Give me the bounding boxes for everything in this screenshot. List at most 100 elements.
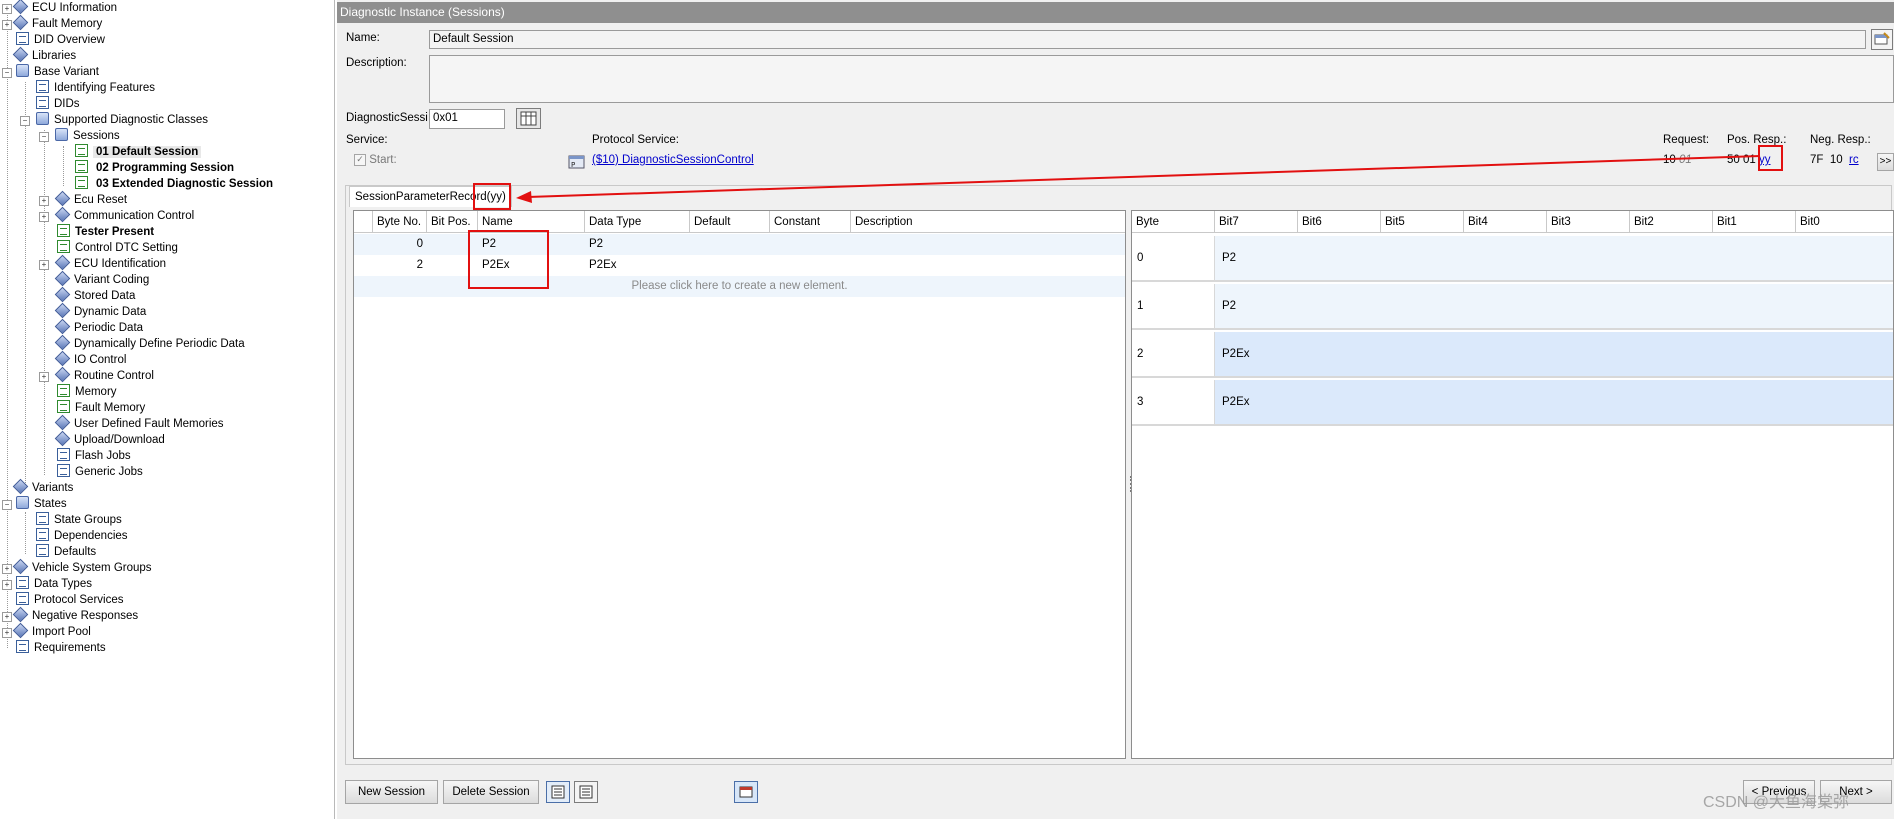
tree-item-variants[interactable]: Variants [13, 480, 73, 496]
tree-item-dynamically-define-periodic-data[interactable]: Dynamically Define Periodic Data [55, 336, 245, 352]
column-header-description[interactable]: Description [851, 211, 1125, 233]
expand-toggle[interactable]: + [2, 4, 12, 14]
diamond-icon [55, 272, 69, 286]
window-icon[interactable] [734, 781, 758, 803]
collapse-toggle[interactable]: − [2, 68, 12, 78]
column-header-bit4[interactable]: Bit4 [1464, 211, 1547, 233]
new-session-button[interactable]: New Session [345, 780, 438, 804]
expand-toggle[interactable]: + [2, 612, 12, 622]
tree-item-protocol-services[interactable]: Protocol Services [16, 592, 123, 608]
tree-item-io-control[interactable]: IO Control [55, 352, 126, 368]
tree-item-supported-diagnostic-classes[interactable]: Supported Diagnostic Classes [36, 112, 208, 128]
tree-item-default-session[interactable]: 01 Default Session [75, 144, 202, 160]
tree-item-generic-jobs[interactable]: Generic Jobs [57, 464, 143, 480]
column-header-bit7[interactable]: Bit7 [1215, 211, 1298, 233]
column-header-bit2[interactable]: Bit2 [1630, 211, 1713, 233]
collapse-toggle[interactable]: − [20, 116, 30, 126]
column-header-default[interactable]: Default [690, 211, 770, 233]
tree-item-periodic-data[interactable]: Periodic Data [55, 320, 143, 336]
tree-item-identifying-features[interactable]: Identifying Features [36, 80, 155, 96]
tree-item-vehicle-system-groups[interactable]: Vehicle System Groups [13, 560, 152, 576]
description-field[interactable] [429, 55, 1894, 103]
tree-item-user-defined-fault-memories[interactable]: User Defined Fault Memories [55, 416, 224, 432]
byte-field-cell: P2 [1222, 252, 1237, 264]
collapse-toggle[interactable]: − [39, 132, 49, 142]
tree-item-defaults[interactable]: Defaults [36, 544, 96, 560]
tree-item-dids[interactable]: DIDs [36, 96, 80, 112]
expand-toggle[interactable]: + [39, 260, 49, 270]
tree-item-ecu-reset[interactable]: Ecu Reset [55, 192, 127, 208]
byte-row[interactable]: 1 P2 [1132, 284, 1893, 330]
column-header-bit0[interactable]: Bit0 [1796, 211, 1893, 233]
detail-view-icon[interactable] [574, 781, 598, 803]
edit-icon[interactable] [1871, 29, 1893, 50]
start-checkbox[interactable]: ✓ Start: [354, 154, 397, 166]
tree-item-tester-present[interactable]: Tester Present [57, 224, 154, 240]
tree-item-routine-control[interactable]: Routine Control [55, 368, 154, 384]
session-id-field[interactable]: 0x01 [429, 109, 505, 129]
tree-item-libraries[interactable]: Libraries [13, 48, 76, 64]
tree-item-variant-coding[interactable]: Variant Coding [55, 272, 149, 288]
tree-item-states[interactable]: States [16, 496, 67, 512]
tree-item-dependencies[interactable]: Dependencies [36, 528, 128, 544]
tree-item-data-types[interactable]: Data Types [16, 576, 92, 592]
name-field[interactable]: Default Session [429, 30, 1866, 49]
column-header-bit6[interactable]: Bit6 [1298, 211, 1381, 233]
expand-toggle[interactable]: + [2, 564, 12, 574]
collapse-toggle[interactable]: − [2, 500, 12, 510]
byte-row[interactable]: 3 P2Ex [1132, 380, 1893, 426]
protocol-service-link[interactable]: ($10) DiagnosticSessionControl [592, 154, 754, 166]
diamond-icon [55, 288, 69, 302]
tree-item-communication-control[interactable]: Communication Control [55, 208, 194, 224]
column-header-bit5[interactable]: Bit5 [1381, 211, 1464, 233]
tree-item-memory[interactable]: Memory [57, 384, 117, 400]
delete-session-button[interactable]: Delete Session [443, 780, 539, 804]
neg-resp-rc-link[interactable]: rc [1849, 154, 1859, 166]
column-header-bit1[interactable]: Bit1 [1713, 211, 1796, 233]
column-header-data-type[interactable]: Data Type [585, 211, 690, 233]
panel-title: Diagnostic Instance (Sessions) [337, 2, 1894, 23]
more-button[interactable]: >> [1877, 153, 1894, 171]
byte-no-cell: 2 [416, 259, 423, 271]
green-document-icon [75, 176, 88, 190]
tree-item-base-variant[interactable]: Base Variant [16, 64, 99, 80]
document-icon [16, 32, 29, 46]
expand-toggle[interactable]: + [39, 372, 49, 382]
check-icon: ✓ [354, 154, 366, 166]
column-header-byte[interactable]: Byte [1132, 211, 1215, 233]
tree-item-requirements[interactable]: Requirements [16, 640, 106, 656]
tree-item-control-dtc-setting[interactable]: Control DTC Setting [57, 240, 178, 256]
diamond-icon [55, 416, 69, 430]
tree-item-flash-jobs[interactable]: Flash Jobs [57, 448, 131, 464]
expand-toggle[interactable]: + [39, 196, 49, 206]
tree-item-sessions[interactable]: Sessions [55, 128, 120, 144]
table-icon[interactable] [516, 108, 541, 129]
tree-item-import-pool[interactable]: Import Pool [13, 624, 91, 640]
expand-toggle[interactable]: + [39, 212, 49, 222]
column-header-bit3[interactable]: Bit3 [1547, 211, 1630, 233]
byte-row[interactable]: 2 P2Ex [1132, 332, 1893, 378]
document-icon [16, 576, 29, 590]
tree-item-stored-data[interactable]: Stored Data [55, 288, 135, 304]
tree-item-upload-download[interactable]: Upload/Download [55, 432, 165, 448]
tree-item-extended-diagnostic-session[interactable]: 03 Extended Diagnostic Session [75, 176, 273, 192]
column-header-byte-no[interactable]: Byte No. [373, 211, 427, 233]
tree-item-fault-memory-class[interactable]: Fault Memory [57, 400, 145, 416]
tree-item-did-overview[interactable]: DID Overview [16, 32, 105, 48]
tree-item-ecu-identification[interactable]: ECU Identification [55, 256, 166, 272]
tree-item-ecu-information[interactable]: ECU Information [13, 0, 117, 16]
tree-item-state-groups[interactable]: State Groups [36, 512, 122, 528]
diamond-icon [55, 192, 69, 206]
tree-item-negative-responses[interactable]: Negative Responses [13, 608, 138, 624]
tree-item-programming-session[interactable]: 02 Programming Session [75, 160, 234, 176]
tree-item-fault-memory[interactable]: Fault Memory [13, 16, 102, 32]
column-header-constant[interactable]: Constant [770, 211, 851, 233]
expand-toggle[interactable]: + [2, 628, 12, 638]
list-view-icon[interactable] [546, 781, 570, 803]
diamond-icon [55, 352, 69, 366]
description-label: Description: [346, 57, 407, 69]
tree-item-dynamic-data[interactable]: Dynamic Data [55, 304, 146, 320]
byte-row[interactable]: 0 P2 [1132, 236, 1893, 282]
expand-toggle[interactable]: + [2, 580, 12, 590]
expand-toggle[interactable]: + [2, 20, 12, 30]
